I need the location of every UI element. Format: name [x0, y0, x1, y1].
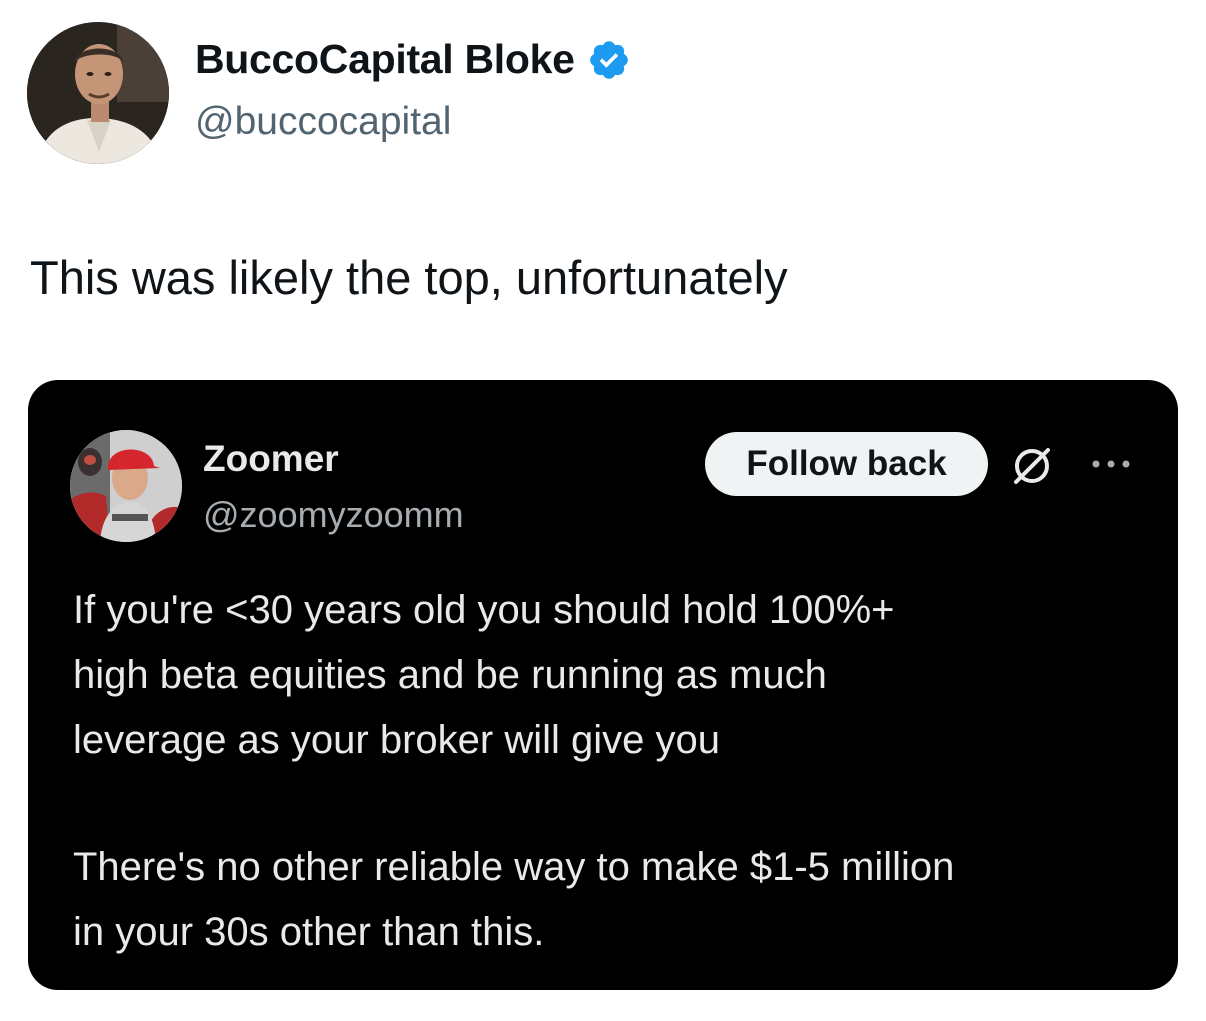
quoted-text-line: leverage as your broker will give you — [73, 718, 720, 762]
quoted-author-handle: @zoomyzoomm — [203, 494, 464, 535]
more-options-icon — [1092, 460, 1130, 468]
tweet-text: This was likely the top, unfortunately — [30, 251, 788, 304]
quoted-text-line: high beta equities and be running as muc… — [73, 653, 827, 697]
author-name-row[interactable]: BuccoCapital Bloke — [195, 36, 631, 83]
author-handle[interactable]: @buccocapital — [195, 100, 451, 144]
quoted-text-line: There's no other reliable way to make $1… — [73, 845, 955, 889]
quoted-text-line: If you're <30 years old you should hold … — [73, 588, 895, 632]
author-avatar[interactable] — [27, 22, 169, 164]
quoted-author-avatar — [70, 430, 182, 542]
verified-badge-icon — [589, 40, 628, 79]
quoted-tweet-image[interactable]: Zoomer @zoomyzoomm Follow back If you're… — [28, 380, 1178, 990]
avatar-photo — [70, 430, 182, 542]
follow-back-button: Follow back — [705, 432, 988, 496]
quoted-text-line: in your 30s other than this. — [73, 910, 545, 954]
grok-icon — [1014, 448, 1050, 484]
quoted-author-name: Zoomer — [203, 438, 339, 479]
avatar-photo — [27, 22, 169, 164]
author-name[interactable]: BuccoCapital Bloke — [195, 36, 575, 83]
